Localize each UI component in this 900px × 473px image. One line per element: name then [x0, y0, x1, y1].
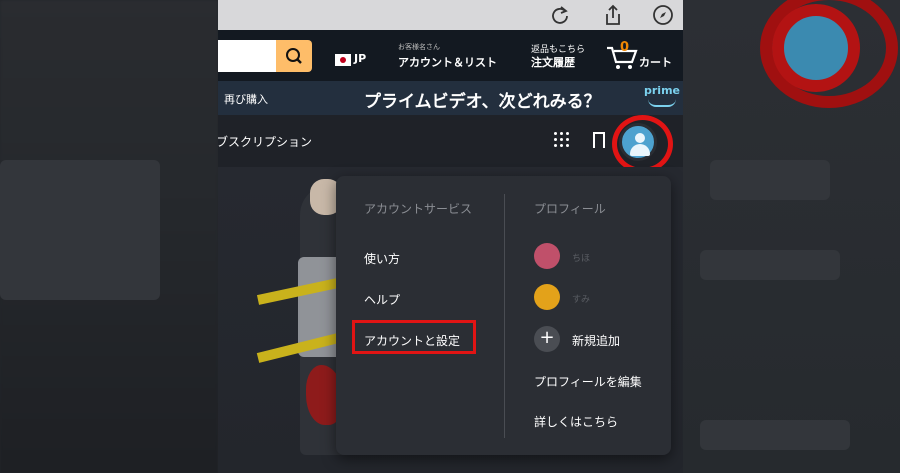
account-lists-link[interactable]: アカウント＆リスト	[398, 54, 497, 70]
watchlist-icon[interactable]	[593, 132, 605, 148]
right-blur-block	[700, 250, 840, 280]
account-services-title: アカウントサービス	[364, 202, 473, 216]
profile-name-1[interactable]: ちほ	[572, 251, 590, 264]
orders-link[interactable]: 注文履歴	[531, 54, 575, 70]
avatar-head	[635, 133, 645, 143]
cart-count: 0	[620, 40, 630, 55]
menu-item-help[interactable]: ヘルプ	[364, 291, 400, 308]
japan-flag-icon	[335, 54, 351, 66]
add-profile-button[interactable]: 新規追加	[572, 332, 620, 349]
search-input[interactable]	[218, 40, 276, 72]
column-divider	[504, 194, 505, 438]
plus-icon[interactable]: +	[534, 326, 560, 352]
banner-text: プライムビデオ、次どれみる？	[364, 92, 601, 112]
prime-smile-icon	[648, 99, 676, 107]
prime-video-header: ブスクリプション	[218, 115, 683, 173]
share-icon[interactable]	[601, 3, 625, 27]
right-blur-block	[700, 420, 850, 450]
prime-logo: prime	[644, 84, 680, 97]
profile-avatar-2[interactable]	[534, 284, 560, 310]
right-blur-block	[710, 160, 830, 200]
highlight-box	[352, 320, 476, 354]
menu-item-how-to-use[interactable]: 使い方	[364, 250, 400, 267]
sub-navigation: 再び購入 プライムビデオ、次どれみる？ prime	[218, 81, 683, 115]
right-blurred-avatar	[772, 4, 860, 92]
search-button[interactable]	[276, 40, 312, 72]
profiles-title: プロフィール	[534, 202, 606, 216]
amazon-header: JP お客様名さん アカウント＆リスト 返品もこちら 注文履歴 0 カート	[218, 30, 683, 81]
search-icon	[286, 48, 302, 64]
apps-grid-icon[interactable]	[554, 132, 570, 148]
browser-toolbar	[218, 0, 683, 30]
screenshot-panel: JP お客様名さん アカウント＆リスト 返品もこちら 注文履歴 0 カート 再び…	[218, 0, 683, 473]
reload-icon[interactable]	[548, 3, 572, 27]
edit-profiles-link[interactable]: プロフィールを編集	[534, 373, 642, 390]
language-selector[interactable]: JP	[354, 52, 366, 65]
avatar-body	[630, 144, 650, 156]
cart-link[interactable]: カート	[639, 54, 672, 70]
profile-avatar-1[interactable]	[534, 243, 560, 269]
account-dropdown-menu: アカウントサービス 使い方 ヘルプ アカウントと設定 プロフィール ちほ すみ …	[336, 176, 671, 455]
rebuy-link[interactable]: 再び購入	[224, 91, 268, 107]
subscription-link[interactable]: ブスクリプション	[218, 133, 312, 150]
profile-name-2[interactable]: すみ	[572, 292, 590, 305]
account-greeting: お客様名さん	[398, 43, 440, 51]
profile-avatar-button[interactable]	[619, 123, 657, 161]
left-blur-block	[0, 160, 160, 300]
compass-icon[interactable]	[651, 3, 675, 27]
learn-more-link[interactable]: 詳しくはこちら	[534, 413, 618, 430]
prime-video-banner[interactable]: プライムビデオ、次どれみる？ prime	[356, 81, 683, 115]
